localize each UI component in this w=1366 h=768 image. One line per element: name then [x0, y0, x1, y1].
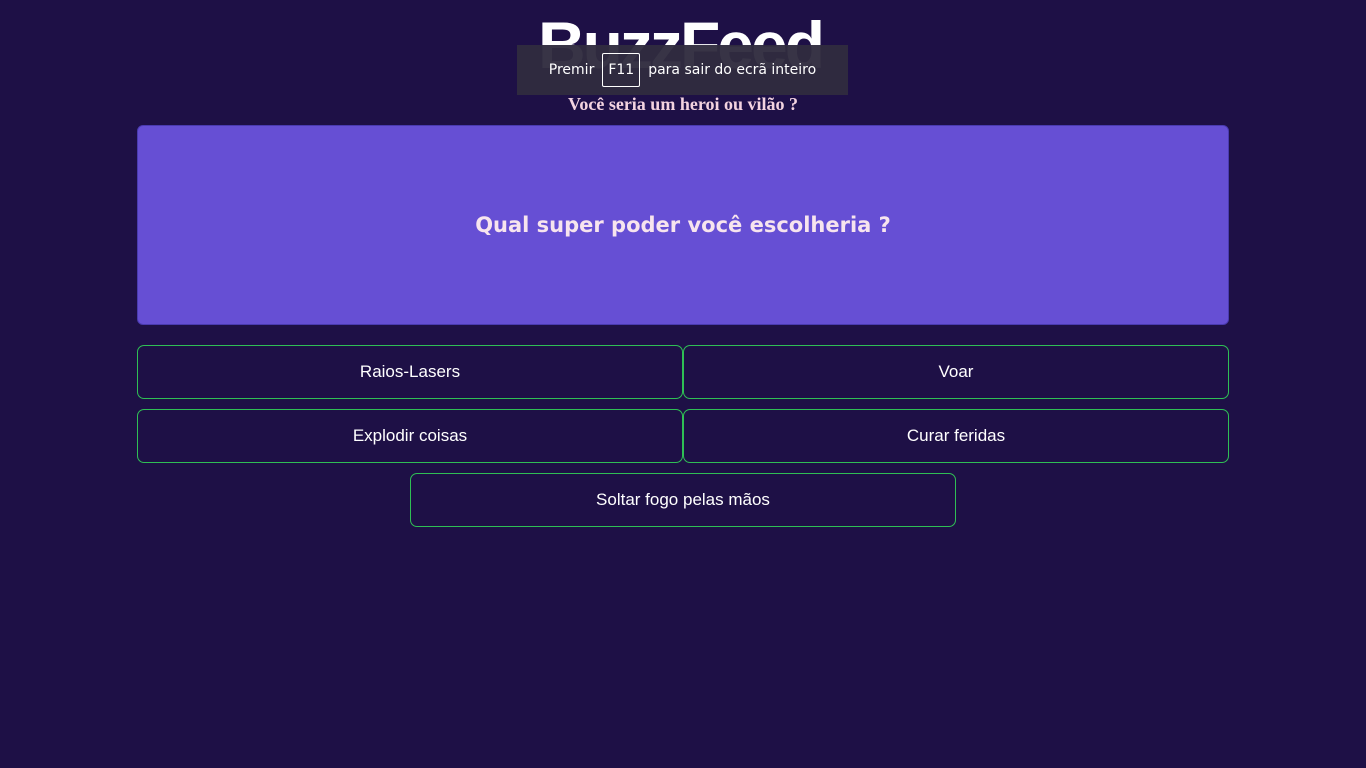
answer-button-explodir-coisas[interactable]: Explodir coisas: [137, 409, 683, 463]
answer-button-curar-feridas[interactable]: Curar feridas: [683, 409, 1229, 463]
fullscreen-notice-prefix: Premir: [548, 62, 595, 78]
question-text: Qual super poder você escolheria ?: [475, 213, 891, 237]
f11-key: F11: [602, 53, 641, 87]
answer-button-soltar-fogo[interactable]: Soltar fogo pelas mãos: [410, 473, 956, 527]
answer-button-voar[interactable]: Voar: [683, 345, 1229, 399]
fullscreen-notice-suffix: para sair do ecrã inteiro: [648, 62, 817, 78]
answer-button-raios-lasers[interactable]: Raios-Lasers: [137, 345, 683, 399]
question-card: Qual super poder você escolheria ?: [137, 125, 1229, 325]
quiz-subtitle: Você seria um heroi ou vilão ?: [568, 94, 798, 114]
fullscreen-notice: Premir F11 para sair do ecrã inteiro: [517, 45, 848, 95]
